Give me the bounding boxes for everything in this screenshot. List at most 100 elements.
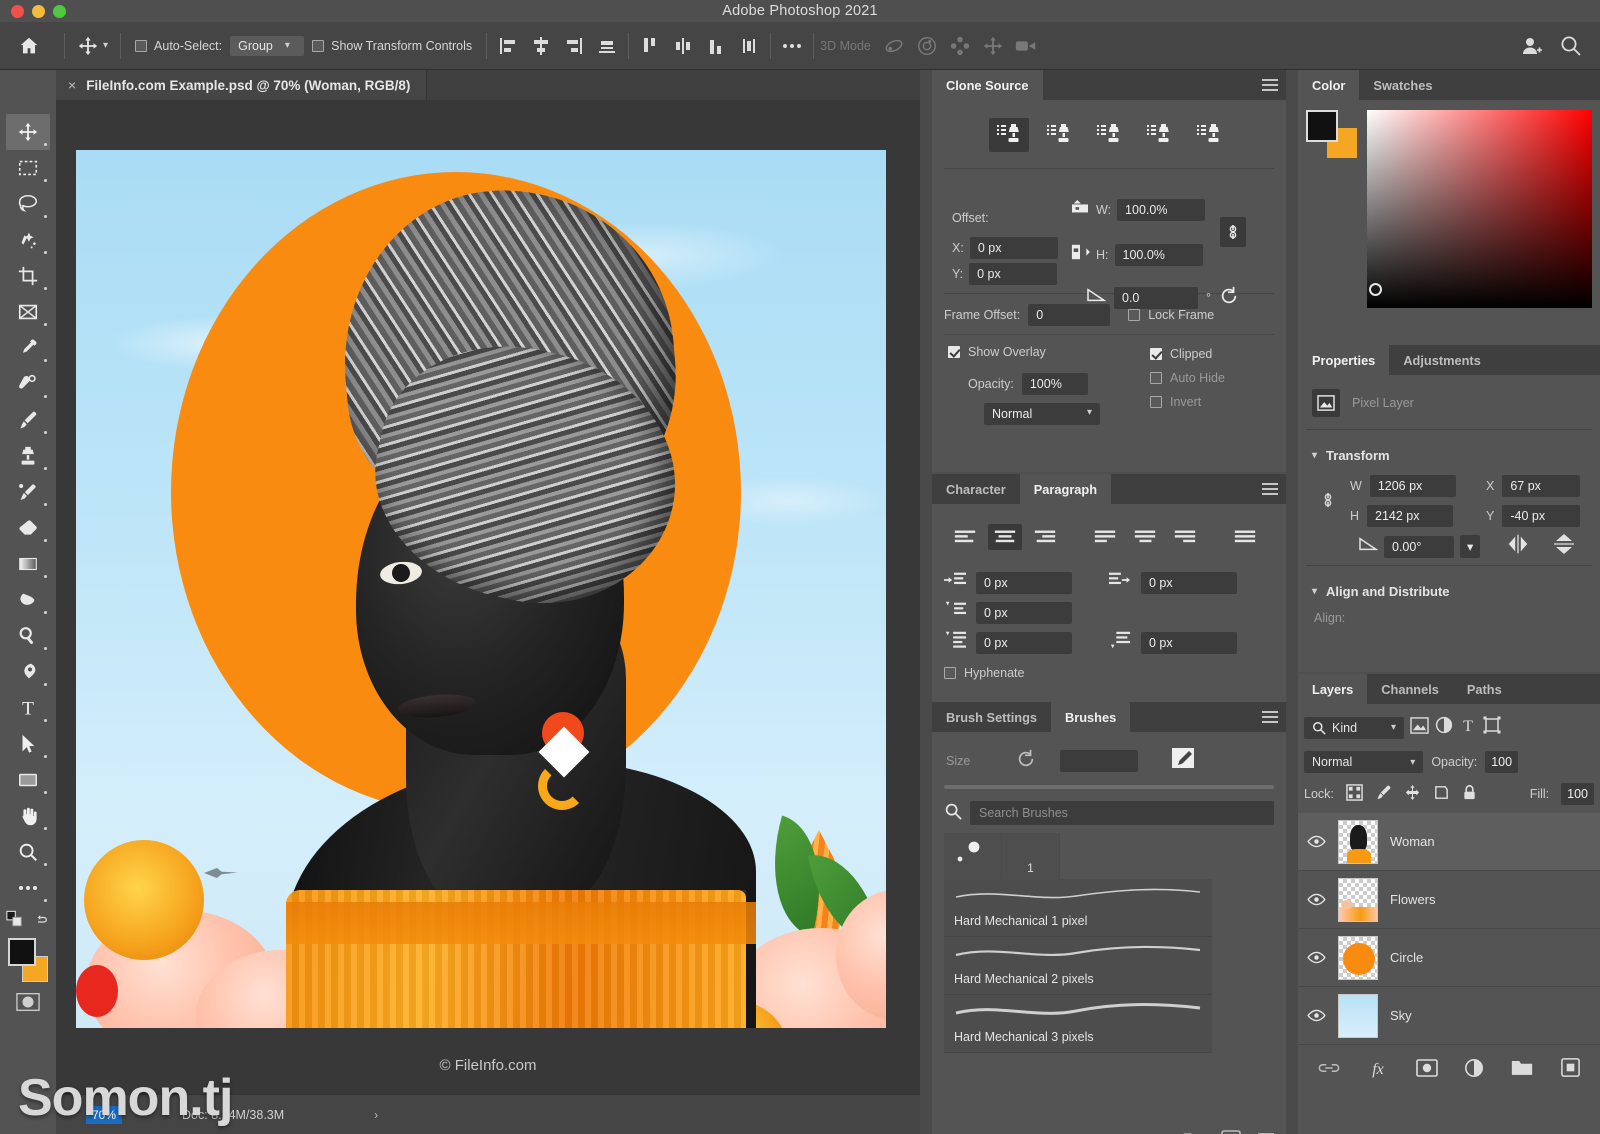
distribute-top-edges-icon[interactable]: [635, 31, 665, 61]
roll-3d-icon[interactable]: [912, 31, 942, 61]
tab-color[interactable]: Color: [1298, 70, 1359, 100]
align-text-left-icon[interactable]: [948, 524, 982, 550]
rectangle-tool[interactable]: [6, 762, 50, 798]
distribute-bottom-edges-icon[interactable]: [701, 31, 731, 61]
distribute-horizontal-centers-icon[interactable]: [734, 31, 764, 61]
transform-x-field[interactable]: 67 px: [1502, 475, 1580, 497]
transform-section-header[interactable]: ▾ Transform: [1306, 440, 1592, 471]
pen-tool[interactable]: [6, 654, 50, 690]
search-brushes-input[interactable]: Search Brushes: [970, 801, 1274, 825]
auto-hide-checkbox[interactable]: [1150, 372, 1162, 384]
layer-thumbnail[interactable]: [1338, 936, 1378, 980]
align-text-center-icon[interactable]: [988, 524, 1022, 550]
show-overlay-row[interactable]: Show Overlay: [948, 345, 1046, 359]
tab-brushes[interactable]: Brushes: [1051, 702, 1130, 732]
pan-3d-icon[interactable]: [945, 31, 975, 61]
table-row[interactable]: Circle: [1298, 929, 1600, 987]
quick-mask-icon[interactable]: [6, 984, 50, 1020]
color-panel-swatches[interactable]: [1306, 110, 1359, 160]
type-tool[interactable]: T: [6, 690, 50, 726]
overlay-opacity-field[interactable]: 100%: [1022, 373, 1088, 395]
dock-grabber[interactable]: [1286, 70, 1298, 1134]
hyphenate-row[interactable]: Hyphenate: [944, 666, 1274, 680]
tab-adjustments[interactable]: Adjustments: [1389, 345, 1495, 375]
frame-tool[interactable]: [6, 294, 50, 330]
show-transform-controls-option[interactable]: Show Transform Controls: [304, 39, 480, 53]
justify-last-left-icon[interactable]: [1088, 524, 1122, 550]
tab-swatches[interactable]: Swatches: [1359, 70, 1446, 100]
brush-size-slider[interactable]: [944, 785, 1274, 789]
transform-y-field[interactable]: -40 px: [1502, 505, 1580, 527]
layer-visibility-eye-icon[interactable]: [1306, 951, 1326, 964]
invert-checkbox[interactable]: [1150, 396, 1162, 408]
artboard-image[interactable]: [76, 150, 886, 1028]
tab-paragraph[interactable]: Paragraph: [1020, 474, 1111, 504]
transform-height-field[interactable]: 2142 px: [1367, 505, 1453, 527]
crop-tool[interactable]: [6, 258, 50, 294]
clone-source-4-button[interactable]: [1139, 118, 1179, 152]
filter-adjustment-icon[interactable]: [1435, 716, 1453, 739]
new-group-folder-icon[interactable]: [1182, 1130, 1206, 1134]
current-tool-move[interactable]: ▾: [71, 35, 114, 57]
angle-field[interactable]: 0.0: [1114, 287, 1198, 309]
space-after-field[interactable]: 0 px: [1141, 632, 1237, 654]
orbit-3d-icon[interactable]: [879, 31, 909, 61]
transform-width-field[interactable]: 1206 px: [1370, 475, 1456, 497]
chevron-down-icon[interactable]: ▾: [1460, 535, 1480, 558]
flip-vertical-icon[interactable]: [1552, 533, 1576, 560]
rectangular-marquee-tool[interactable]: [6, 150, 50, 186]
align-horizontal-centers-icon[interactable]: [526, 31, 556, 61]
show-transform-controls-checkbox[interactable]: [312, 40, 324, 52]
clipped-checkbox[interactable]: [1150, 348, 1162, 360]
foreground-color-swatch[interactable]: [1306, 110, 1338, 142]
tab-clone-source[interactable]: Clone Source: [932, 70, 1043, 100]
clipped-row[interactable]: Clipped: [1150, 347, 1212, 361]
ellipsis-icon[interactable]: [777, 31, 807, 61]
transform-angle-field[interactable]: 0.00°: [1384, 536, 1454, 558]
brush-size-field[interactable]: [1060, 750, 1138, 772]
tab-properties[interactable]: Properties: [1298, 345, 1389, 375]
dodge-tool[interactable]: [6, 618, 50, 654]
zoom-level-value[interactable]: 70%: [86, 1106, 122, 1124]
align-bottom-edges-icon[interactable]: [592, 31, 622, 61]
auto-hide-row[interactable]: Auto Hide: [1150, 371, 1225, 385]
lock-image-pixels-icon[interactable]: [1375, 784, 1392, 804]
brush-list-item[interactable]: Hard Mechanical 2 pixels: [944, 937, 1212, 995]
link-aspect-icon[interactable]: [1220, 217, 1246, 247]
brush-list-item[interactable]: Hard Mechanical 1 pixel: [944, 879, 1212, 937]
indent-right-field[interactable]: 0 px: [1141, 572, 1237, 594]
canvas-area[interactable]: © FileInfo.com: [56, 100, 920, 1094]
dock-grabber[interactable]: [920, 70, 932, 1134]
tab-character[interactable]: Character: [932, 474, 1020, 504]
layer-thumbnail[interactable]: [1338, 994, 1378, 1038]
link-layers-icon[interactable]: [1318, 1061, 1340, 1080]
justify-all-icon[interactable]: [1228, 524, 1262, 550]
close-icon[interactable]: ×: [68, 77, 76, 93]
document-tab[interactable]: × FileInfo.com Example.psd @ 70% (Woman,…: [56, 70, 427, 100]
gradient-tool[interactable]: [6, 546, 50, 582]
clone-stamp-tool[interactable]: [6, 438, 50, 474]
new-brush-icon[interactable]: [1220, 1129, 1242, 1134]
layer-visibility-eye-icon[interactable]: [1306, 1009, 1326, 1022]
status-expand-arrow[interactable]: ›: [374, 1108, 378, 1122]
lock-position-icon[interactable]: [1404, 784, 1421, 804]
object-selection-tool[interactable]: [6, 222, 50, 258]
panel-menu-icon[interactable]: [1262, 70, 1278, 100]
brush-tool[interactable]: [6, 402, 50, 438]
link-aspect-icon[interactable]: [1322, 489, 1334, 516]
lock-transparent-pixels-icon[interactable]: [1346, 784, 1363, 804]
blur-tool[interactable]: [6, 582, 50, 618]
search-icon[interactable]: [1556, 31, 1586, 61]
show-overlay-checkbox[interactable]: [948, 346, 960, 358]
clone-source-3-button[interactable]: [1089, 118, 1129, 152]
height-field[interactable]: 100.0%: [1115, 244, 1203, 266]
brush-group-thumbnail[interactable]: [944, 833, 1002, 879]
hand-tool[interactable]: [6, 798, 50, 834]
auto-select-option[interactable]: Auto-Select:: [127, 39, 230, 53]
path-selection-tool[interactable]: [6, 726, 50, 762]
brush-list-item[interactable]: Hard Mechanical 3 pixels: [944, 995, 1212, 1053]
chevron-down-icon[interactable]: ▾: [103, 40, 108, 51]
new-fill-adjustment-icon[interactable]: [1464, 1058, 1484, 1083]
foreground-color-swatch[interactable]: [8, 938, 36, 966]
panel-menu-icon[interactable]: [1262, 474, 1278, 504]
